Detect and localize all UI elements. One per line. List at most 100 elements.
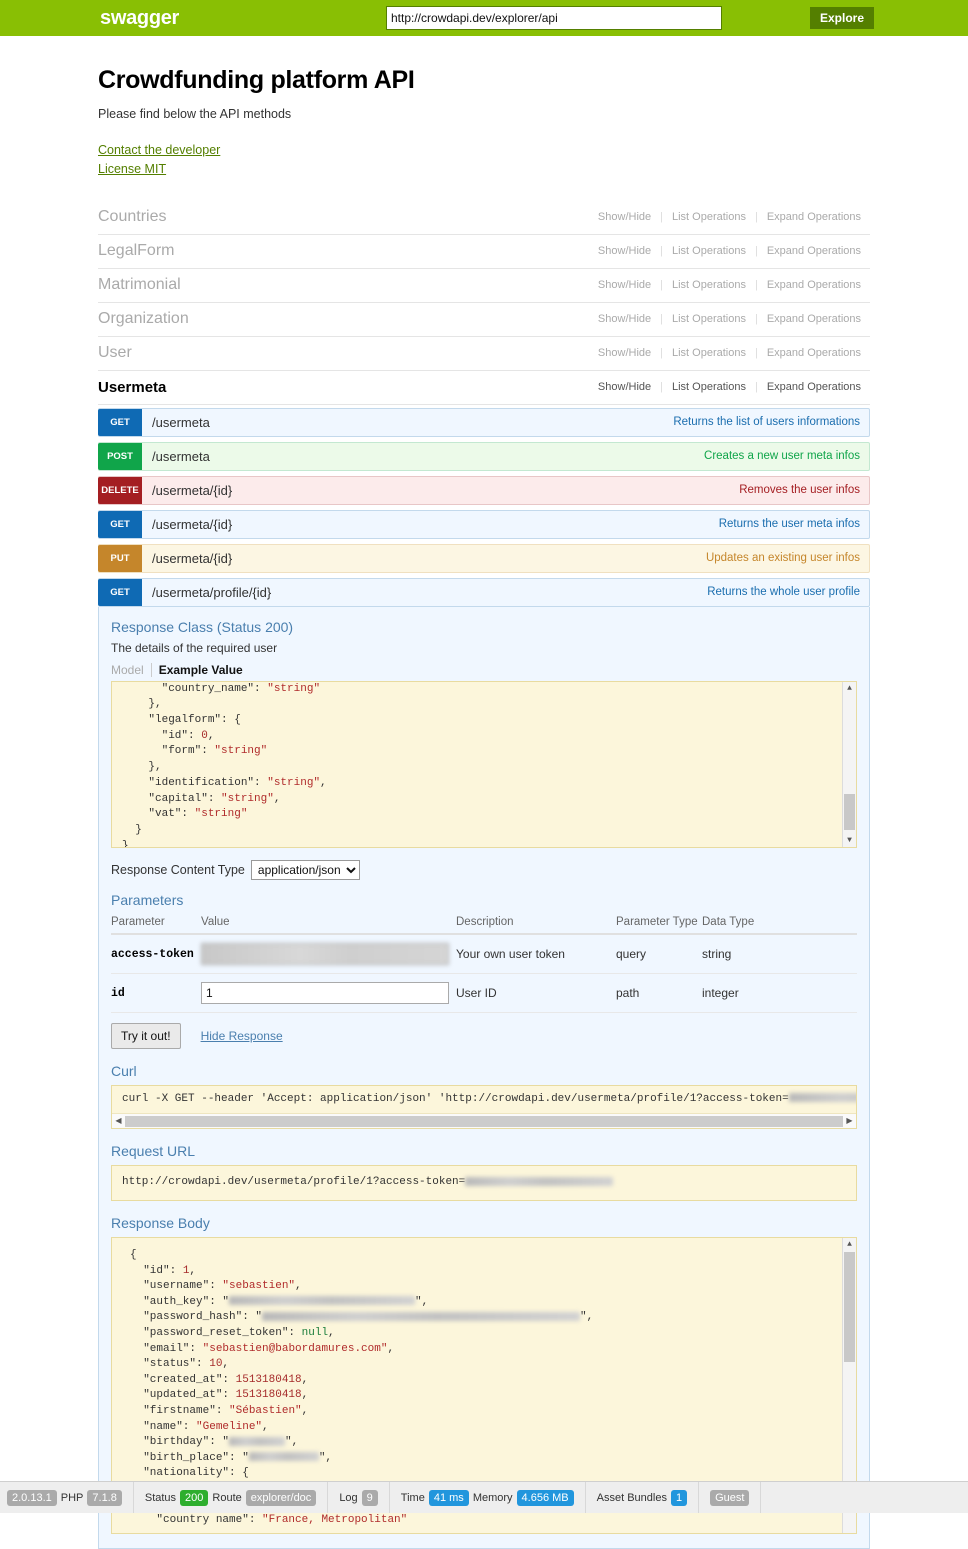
resource-organization[interactable]: Organization Show/Hide | List Operations |…: [98, 303, 870, 337]
try-it-out-button[interactable]: Try it out!: [111, 1022, 181, 1049]
operation-row[interactable]: GET /usermeta Returns the list of users …: [98, 407, 870, 437]
col-value: Value: [201, 913, 456, 935]
operation-path: /usermeta/{id}: [152, 516, 233, 532]
show-hide-link[interactable]: Show/Hide: [589, 279, 660, 291]
resource-usermeta[interactable]: Usermeta Show/Hide | List Operations | Exp…: [98, 371, 870, 405]
resource-actions: Show/Hide | List Operations | Expand Opera…: [589, 381, 870, 393]
dbg-log-group[interactable]: Log 9: [328, 1482, 390, 1513]
dbg-version-group[interactable]: 2.0.13.1 PHP 7.1.8: [0, 1482, 134, 1513]
parameter-value-cell: [201, 973, 456, 1013]
resource-matrimonial[interactable]: Matrimonial Show/Hide | List Operations | …: [98, 269, 870, 303]
dbg-request-group[interactable]: Status 200 Route explorer/doc: [134, 1482, 329, 1513]
tab-example-value[interactable]: Example Value: [150, 662, 250, 677]
operation-row[interactable]: GET /usermeta/profile/{id} Returns the w…: [98, 577, 870, 607]
api-url-input[interactable]: [386, 6, 722, 30]
expand-operations-link[interactable]: Expand Operations: [758, 347, 870, 359]
dbg-asset-label: Asset Bundles: [596, 1491, 667, 1504]
resource-user[interactable]: User Show/Hide | List Operations | Expand …: [98, 337, 870, 371]
parameter-name-cell: id: [111, 973, 201, 1013]
curl-command: curl -X GET --header 'Accept: applicatio…: [112, 1086, 856, 1114]
curl-box: curl -X GET --header 'Accept: applicatio…: [111, 1084, 857, 1130]
dbg-log-label: Log: [339, 1491, 358, 1504]
expand-operations-link[interactable]: Expand Operations: [758, 245, 870, 257]
dbg-asset-value: 1: [670, 1489, 688, 1506]
operation-row[interactable]: PUT /usermeta/{id} Updates an existing u…: [98, 543, 870, 573]
scrollbar-thumb[interactable]: [844, 1251, 855, 1362]
expand-operations-link[interactable]: Expand Operations: [758, 313, 870, 325]
resource-name: Matrimonial: [98, 276, 181, 293]
resource-name: Usermeta: [98, 378, 167, 396]
method-badge: GET: [98, 408, 142, 436]
scrollbar-thumb[interactable]: [844, 793, 855, 830]
list-operations-link[interactable]: List Operations: [663, 245, 755, 257]
content-type-label: Response Content Type: [111, 862, 245, 877]
resource-actions: Show/Hide | List Operations | Expand Opera…: [589, 211, 870, 223]
request-url-text: http://crowdapi.dev/usermeta/profile/1?a…: [112, 1166, 856, 1200]
dbg-route-value: explorer/doc: [245, 1489, 317, 1506]
operation-summary: Returns the whole user profile: [707, 586, 860, 598]
dbg-user-group[interactable]: Guest: [699, 1482, 762, 1513]
operation-row[interactable]: DELETE /usermeta/{id} Removes the user i…: [98, 475, 870, 505]
operation-path: /usermeta/{id}: [152, 550, 233, 566]
col-description: Description: [456, 913, 616, 935]
operation-summary: Updates an existing user infos: [705, 552, 860, 564]
scroll-up-icon[interactable]: ▲: [843, 682, 856, 695]
model-tabs: Model Example Value: [111, 662, 857, 677]
operation-row[interactable]: GET /usermeta/{id} Returns the user meta…: [98, 509, 870, 539]
expand-operations-link[interactable]: Expand Operations: [758, 211, 870, 223]
resource-list: Countries Show/Hide | List Operations | Ex…: [98, 201, 870, 405]
dbg-memory-label: Memory: [472, 1491, 513, 1504]
expand-operations-link[interactable]: Expand Operations: [758, 279, 870, 291]
resource-name: Countries: [98, 208, 167, 225]
contact-developer-link[interactable]: Contact the developer: [98, 141, 870, 160]
dbg-performance-group[interactable]: Time 41 ms Memory 4.656 MB: [390, 1482, 586, 1513]
response-body-heading: Response Body: [111, 1214, 210, 1231]
tab-model[interactable]: Model: [111, 663, 151, 677]
redacted-token: [229, 1436, 286, 1446]
parameter-datatype-cell: string: [702, 933, 857, 974]
parameters-table: Parameter Value Description Parameter Ty…: [111, 913, 857, 1013]
operation-row[interactable]: POST /usermeta Creates a new user meta i…: [98, 441, 870, 471]
list-operations-link[interactable]: List Operations: [663, 347, 755, 359]
parameter-type-cell: path: [616, 973, 702, 1013]
content-type-select[interactable]: application/json: [250, 859, 360, 880]
resource-actions: Show/Hide | List Operations | Expand Opera…: [589, 347, 870, 359]
show-hide-link[interactable]: Show/Hide: [589, 245, 660, 257]
dbg-asset-group[interactable]: Asset Bundles 1: [586, 1482, 700, 1513]
expand-operations-link[interactable]: Expand Operations: [758, 381, 870, 393]
operation-summary: Removes the user infos: [739, 484, 860, 496]
resource-name: LegalForm: [98, 242, 175, 259]
scroll-right-icon[interactable]: ▶: [843, 1116, 856, 1126]
show-hide-link[interactable]: Show/Hide: [589, 347, 660, 359]
swagger-topbar: swagger Explore: [0, 0, 968, 36]
license-link[interactable]: License MIT: [98, 160, 870, 179]
show-hide-link[interactable]: Show/Hide: [589, 381, 660, 393]
swagger-logo: swagger: [100, 6, 180, 29]
list-operations-link[interactable]: List Operations: [663, 211, 755, 223]
explore-button[interactable]: Explore: [810, 7, 875, 29]
resource-legalform[interactable]: LegalForm Show/Hide | List Operations | Ex…: [98, 235, 870, 269]
show-hide-link[interactable]: Show/Hide: [589, 211, 660, 223]
parameter-description-cell: Your own user token: [456, 933, 616, 974]
parameter-value-input[interactable]: [201, 942, 449, 965]
list-operations-link[interactable]: List Operations: [663, 313, 755, 325]
show-hide-link[interactable]: Show/Hide: [589, 313, 660, 325]
parameters-header-row: Parameter Value Description Parameter Ty…: [111, 913, 857, 935]
dbg-user-value: Guest: [710, 1489, 750, 1506]
parameter-value-input[interactable]: [201, 981, 449, 1004]
resource-countries[interactable]: Countries Show/Hide | List Operations | Ex…: [98, 201, 870, 235]
scroll-up-icon[interactable]: ▲: [843, 1238, 856, 1251]
curl-hscrollbar[interactable]: ◀ ▶: [112, 1113, 856, 1129]
list-operations-link[interactable]: List Operations: [663, 279, 755, 291]
scroll-down-icon[interactable]: ▼: [843, 834, 856, 847]
list-operations-link[interactable]: List Operations: [663, 381, 755, 393]
operation-path: /usermeta: [152, 414, 210, 430]
hide-response-link[interactable]: Hide Response: [201, 1029, 283, 1043]
scroll-left-icon[interactable]: ◀: [112, 1116, 125, 1126]
example-scrollbar[interactable]: ▲ ▼: [842, 681, 856, 847]
hscrollbar-thumb[interactable]: [125, 1115, 843, 1127]
dbg-log-value: 9: [361, 1489, 378, 1506]
dbg-time-label: Time: [400, 1491, 425, 1504]
response-class-description: The details of the required user: [111, 640, 278, 655]
operation-summary: Returns the list of users informations: [673, 416, 860, 428]
